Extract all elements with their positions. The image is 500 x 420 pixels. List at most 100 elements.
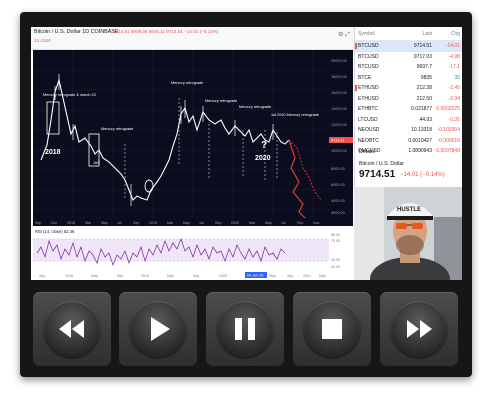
header-chg[interactable]: Chg	[432, 31, 460, 37]
chart-header: Bitcoin / U.S. Dollar 1D COINBASE 9714.5…	[31, 27, 354, 50]
row-last: 9697.7	[416, 64, 432, 71]
rsi-time-label: 2018	[65, 274, 73, 278]
rsi-time-label: May	[91, 274, 98, 278]
rsi-level: 30.00	[331, 258, 340, 262]
price-label: 20000.00	[331, 59, 347, 63]
presenter-image: HUSTLE	[354, 187, 462, 280]
price-label: 16000.00	[331, 91, 347, 95]
row-last: 0.0010427	[408, 137, 432, 144]
price-label: 12000.00	[331, 123, 347, 127]
annotation-mercury-5: Mercury retrograde	[239, 105, 271, 109]
annotation-mercury-2: Mercury retrograde	[101, 127, 133, 131]
row-symbol: ETHUSD	[358, 85, 379, 92]
watchlist-row[interactable]: NEOBTC 0.0010427 -0.000016	[355, 136, 462, 147]
price-label: 14000.00	[331, 107, 347, 111]
year-label-2020: 2020	[255, 155, 271, 162]
annotation-mercury-4: Mercury retrograde	[205, 99, 237, 103]
row-change: -2.34	[448, 95, 460, 102]
row-change: -0.0097848	[434, 148, 460, 155]
row-symbol: BTCUSD	[358, 64, 379, 71]
chart-settings-icon[interactable]: ⚙ ⤢	[338, 31, 350, 39]
row-change: -0.103304	[437, 127, 460, 134]
price-label: 10000.00	[331, 149, 347, 153]
time-label: Sep	[297, 221, 303, 225]
symbol-title[interactable]: Bitcoin / U.S. Dollar 1D COINBASE	[34, 29, 118, 35]
rsi-pane[interactable]: RSI (14, close) 52.46 80.00 70.00 30.00 …	[33, 227, 353, 279]
rsi-level: 80.00	[331, 233, 340, 237]
play-button[interactable]	[119, 292, 197, 366]
watchlist-row[interactable]: ETHUSD 212.38 -2.45	[355, 83, 462, 94]
row-change: -2.45	[448, 85, 460, 92]
header-last[interactable]: Last	[394, 31, 432, 37]
price-label: 18000.00	[331, 75, 347, 79]
rewind-button[interactable]	[33, 292, 111, 366]
details-label[interactable]: Details	[359, 149, 375, 155]
row-change: 35	[454, 74, 460, 81]
rsi-band	[33, 239, 329, 261]
flag-icon[interactable]	[355, 85, 357, 91]
watchlist-row[interactable]: ETHBTC 0.021877 -0.0002025	[355, 104, 462, 115]
fast-forward-button[interactable]	[380, 292, 458, 366]
watchlist-row[interactable]: NEOUSD 10.13318 -0.103304	[355, 125, 462, 136]
rsi-time-label: May	[269, 274, 276, 278]
hat-text: HUSTLE	[397, 207, 421, 213]
row-change: -0.35	[448, 116, 460, 123]
watchlist-row[interactable]: BTCUSD 9717.03 -4.98	[355, 52, 462, 63]
time-label: Nov	[313, 221, 320, 225]
row-last: 10.13318	[411, 127, 432, 134]
row-last: 212.50	[416, 95, 432, 102]
rsi-time-label: Sep	[193, 274, 199, 278]
price-label: 8000.00	[331, 167, 345, 171]
chart-pane: Bitcoin / U.S. Dollar 1D COINBASE 9714.5…	[31, 27, 354, 280]
watchlist-row[interactable]: LTCUSD 44.93 -0.35	[355, 115, 462, 126]
row-symbol: BTCE	[358, 74, 372, 81]
row-change: -4.98	[448, 53, 460, 60]
stop-button[interactable]	[293, 292, 371, 366]
rsi-time-label: 2020	[219, 274, 227, 278]
row-symbol: NEOBTC	[358, 137, 379, 144]
rsi-level: 20.00	[331, 265, 340, 269]
watchlist-row[interactable]: BTCUSD 9714.51 -14.01	[355, 41, 462, 52]
watchlist-header: Symbol Last Chg	[355, 27, 462, 41]
time-label: May	[183, 221, 190, 225]
details-change: −14.01 (−0.14%)	[400, 172, 445, 178]
row-symbol: BTCUSD	[358, 43, 379, 50]
row-last: 9835	[420, 74, 432, 81]
watchlist-row[interactable]: ETHUSD 212.50 -2.34	[355, 94, 462, 105]
media-controls	[31, 286, 462, 372]
pause-button[interactable]	[206, 292, 284, 366]
row-change: -0.0002025	[434, 106, 460, 113]
time-label: Mar	[249, 221, 256, 225]
time-label: Mar	[167, 221, 174, 225]
row-symbol: BTCUSD	[358, 53, 379, 60]
row-symbol: LTCUSD	[358, 116, 378, 123]
rsi-time-label: May	[167, 274, 174, 278]
time-label: Jul	[199, 221, 204, 225]
current-date-tag: 04 Jan '20	[247, 274, 263, 278]
fast-forward-icon	[407, 320, 432, 338]
pause-icon	[235, 318, 255, 340]
time-label: 2018	[67, 221, 75, 225]
row-change: -0.000016	[437, 137, 460, 144]
time-label: Mar	[85, 221, 92, 225]
question-mark: ?	[261, 140, 267, 151]
watchlist-row[interactable]: BTCE 9835 35	[355, 73, 462, 84]
header-symbol[interactable]: Symbol	[358, 31, 394, 37]
webcam-video: HUSTLE	[354, 187, 462, 280]
row-last: 44.93	[419, 116, 432, 123]
rsi-level: 70.00	[331, 239, 340, 243]
rsi-time-label: 2019	[141, 274, 149, 278]
watchlist-row[interactable]: BTCUSD 9697.7 -17.1	[355, 62, 462, 73]
row-change: -14.01	[445, 43, 460, 50]
price-chart[interactable]: Mercury retrograde & march 23 Mercury re…	[33, 50, 353, 226]
price-label: 3000.00	[331, 211, 345, 215]
time-label: Sep	[35, 221, 41, 225]
rewind-icon	[59, 320, 84, 338]
flag-icon[interactable]	[355, 43, 357, 49]
time-label: Oct	[51, 221, 57, 225]
year-label-2018: 2018	[45, 149, 61, 156]
time-axis[interactable]	[33, 218, 353, 226]
annotation-mercury-6: 1st 2020 Mercury retrograde	[271, 113, 319, 117]
time-label: 2019	[149, 221, 157, 225]
time-label: May	[101, 221, 108, 225]
